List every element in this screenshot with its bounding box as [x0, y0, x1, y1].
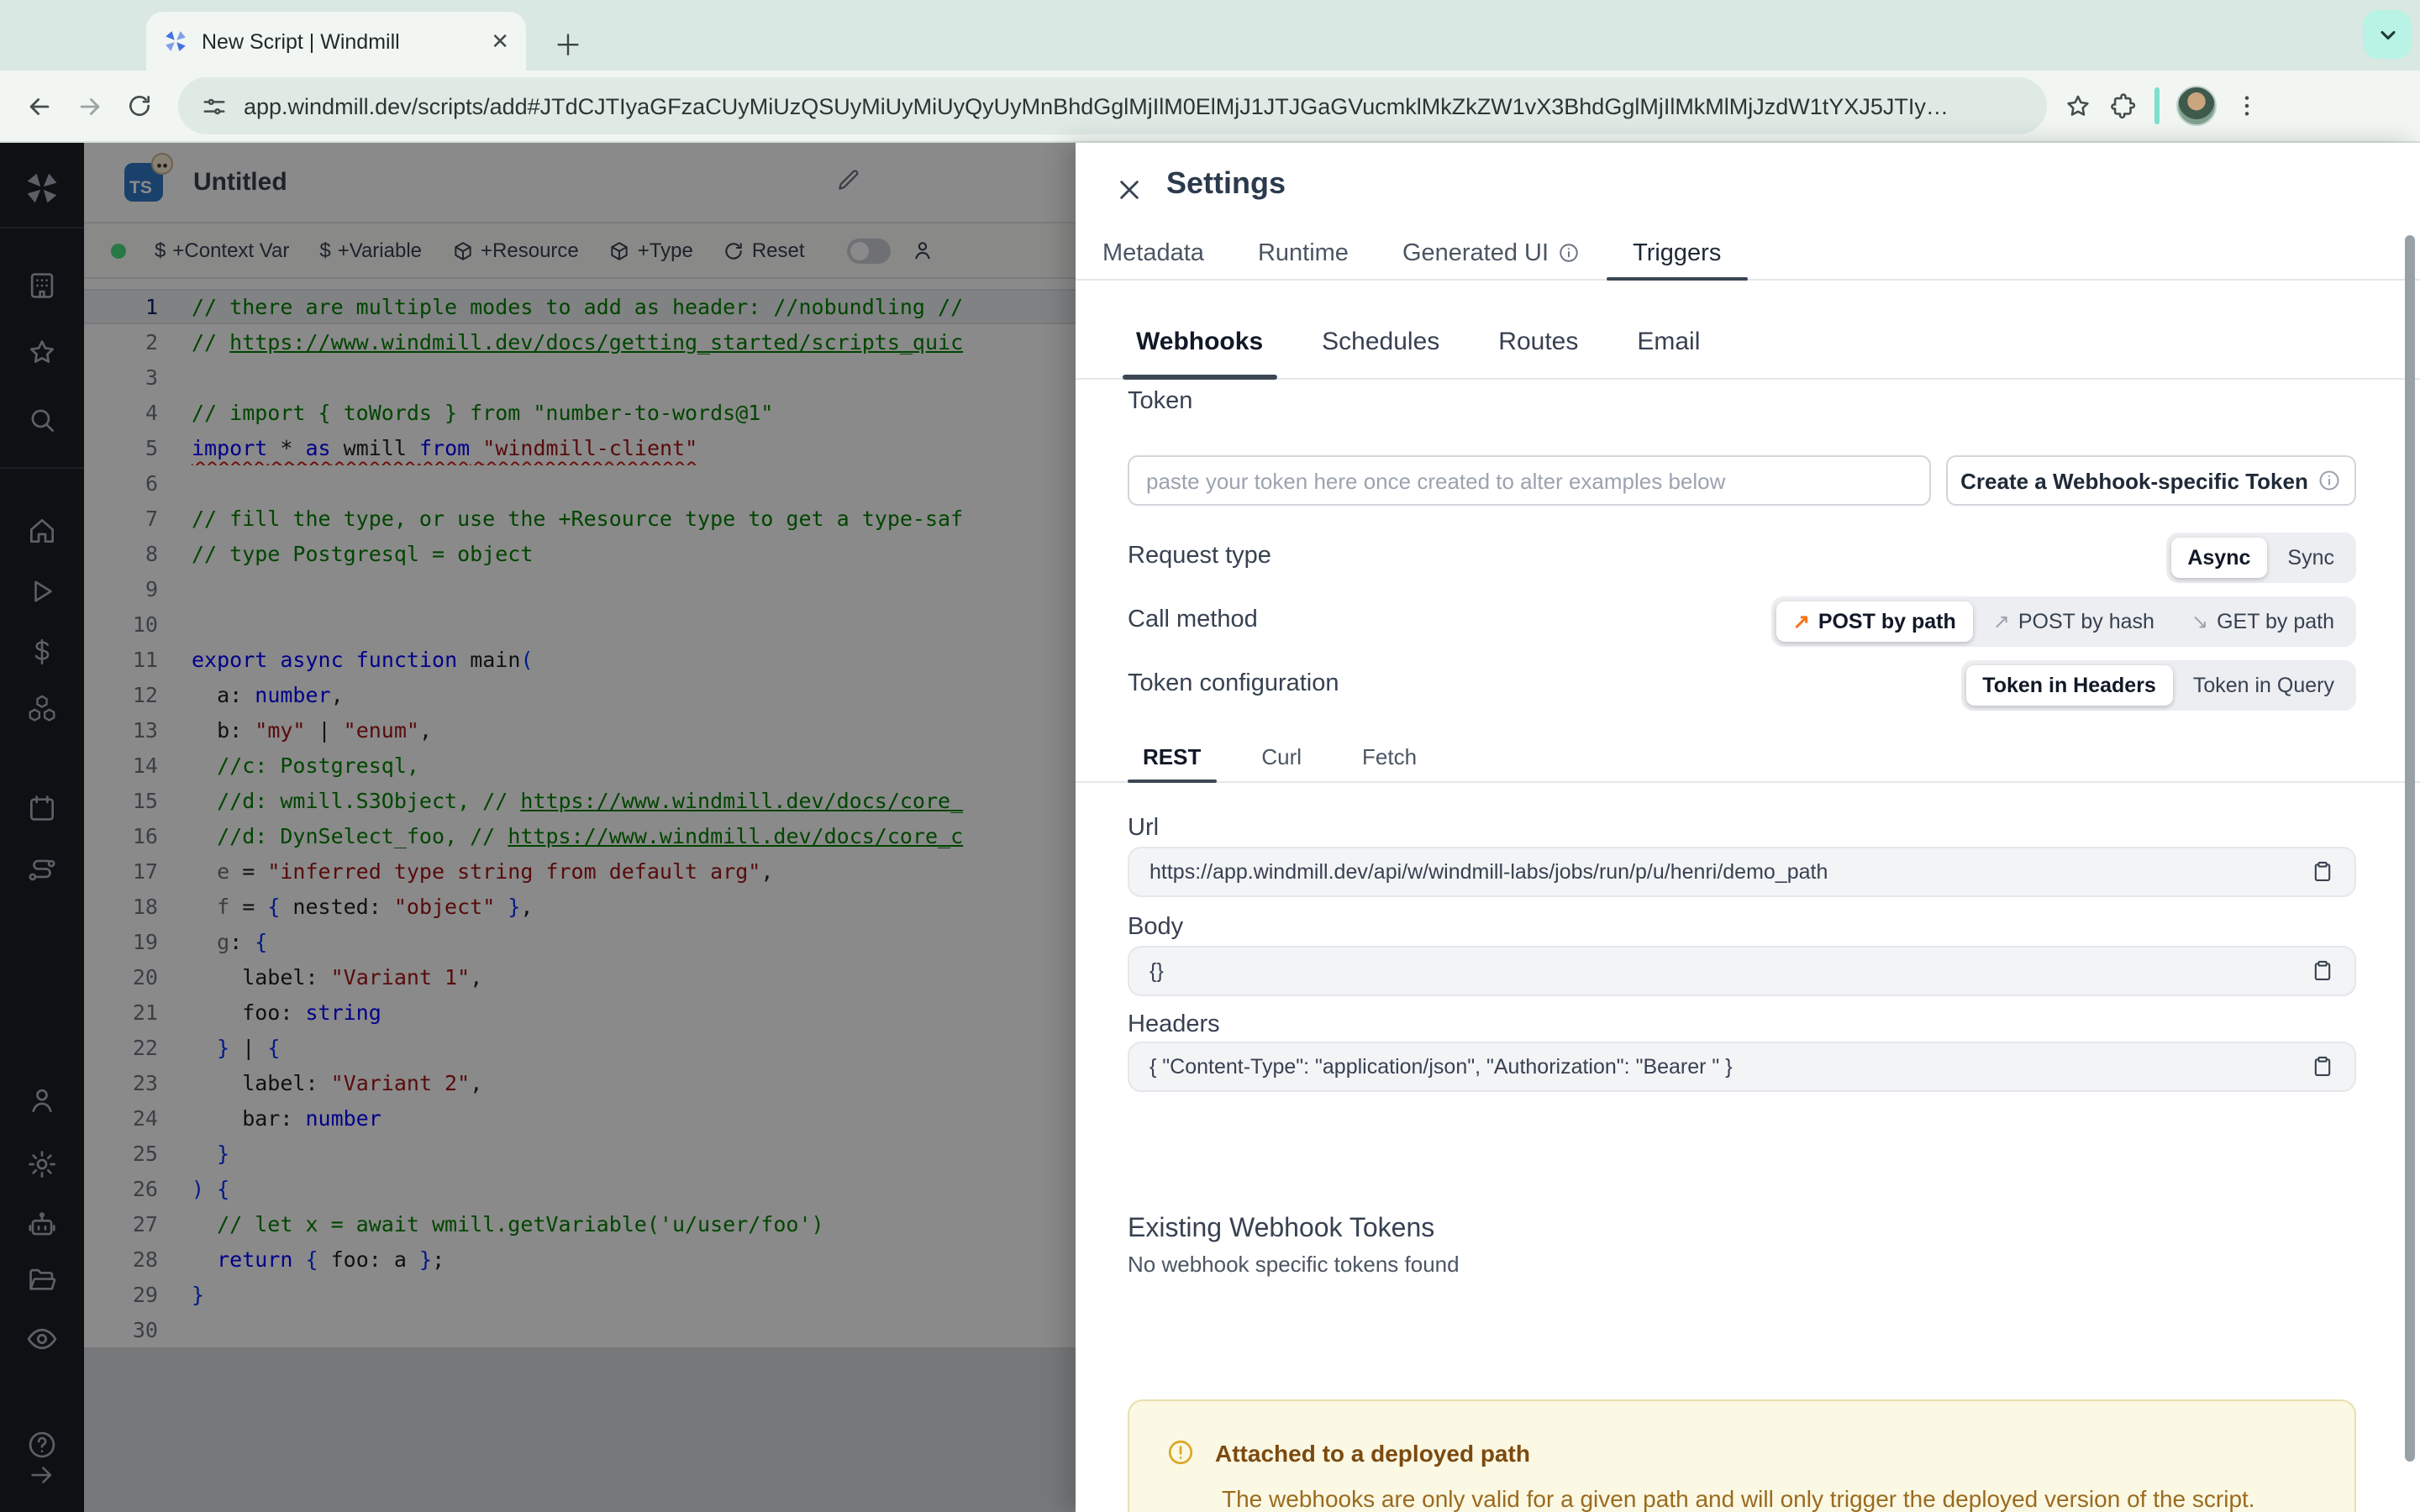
- call-method-toggle: ↗ POST by path ↗ POST by hash ↘ GET by p…: [1770, 596, 2356, 647]
- url-text: app.windmill.dev/scripts/add#JTdCJTIyaGF…: [244, 93, 1949, 118]
- browser-toolbar: app.windmill.dev/scripts/add#JTdCJTIyaGF…: [0, 71, 2420, 143]
- body-label: Body: [1128, 914, 1184, 941]
- forward-button[interactable]: [64, 81, 114, 131]
- clipboard-copy-icon[interactable]: [2311, 1055, 2334, 1079]
- token-in-headers[interactable]: Token in Headers: [1965, 665, 2173, 706]
- menu-kebab-icon[interactable]: [2233, 92, 2260, 119]
- info-icon: [2318, 469, 2342, 492]
- snippet-tab-fetch[interactable]: Fetch: [1347, 734, 1432, 781]
- create-webhook-token-button[interactable]: Create a Webhook-specific Token: [1946, 455, 2356, 506]
- request-type-toggle: Async Sync: [2165, 533, 2356, 583]
- request-type-label: Request type: [1128, 543, 1271, 570]
- subtab-email[interactable]: Email: [1623, 304, 1713, 378]
- alert-text: The webhooks are only valid for a given …: [1222, 1485, 2255, 1512]
- snippet-tab-rest[interactable]: REST: [1128, 734, 1216, 783]
- alert-title: Attached to a deployed path: [1215, 1439, 1530, 1466]
- screen: New Script | Windmill ✕ ＋ app.windmill.d…: [0, 0, 2420, 1512]
- call-method-post-by-hash[interactable]: ↗ POST by hash: [1976, 601, 2171, 642]
- settings-drawer: Settings Metadata Runtime Generated UI T…: [1076, 143, 2420, 1512]
- token-in-query[interactable]: Token in Query: [2176, 665, 2351, 706]
- clipboard-copy-icon[interactable]: [2311, 860, 2334, 884]
- alert-circle-icon: [1166, 1438, 1195, 1467]
- toolbar-divider: [2154, 87, 2160, 124]
- window-chevron-button[interactable]: [2363, 10, 2412, 59]
- body-field[interactable]: {}: [1128, 946, 2356, 996]
- info-icon: [1557, 242, 1579, 264]
- browser-tab[interactable]: New Script | Windmill ✕: [146, 12, 526, 71]
- tab-runtime[interactable]: Runtime: [1231, 227, 1376, 279]
- call-method-post-by-path[interactable]: ↗ POST by path: [1776, 601, 1973, 642]
- browser-tabstrip: New Script | Windmill ✕ ＋: [0, 0, 2420, 71]
- windmill-favicon-icon: [163, 29, 188, 54]
- drawer-title: Settings: [1166, 166, 1286, 200]
- tab-metadata[interactable]: Metadata: [1076, 227, 1231, 279]
- tab-close-icon[interactable]: ✕: [491, 28, 509, 55]
- tab-triggers[interactable]: Triggers: [1606, 227, 1748, 281]
- chevron-down-icon: [2380, 29, 2395, 39]
- snippet-tabs: REST Curl Fetch: [1076, 734, 2420, 783]
- snippet-tab-curl[interactable]: Curl: [1246, 734, 1317, 781]
- request-type-async[interactable]: Async: [2170, 538, 2268, 578]
- token-config-label: Token configuration: [1128, 670, 1339, 697]
- url-bar[interactable]: app.windmill.dev/scripts/add#JTdCJTIyaGF…: [178, 77, 2047, 134]
- close-icon[interactable]: [1113, 173, 1146, 207]
- subtab-schedules[interactable]: Schedules: [1308, 304, 1453, 378]
- subtab-routes[interactable]: Routes: [1485, 304, 1591, 378]
- new-tab-button[interactable]: ＋: [546, 20, 590, 64]
- token-label: Token: [1128, 388, 1193, 415]
- reload-button[interactable]: [114, 81, 165, 131]
- subtab-webhooks[interactable]: Webhooks: [1123, 304, 1276, 380]
- call-method-label: Call method: [1128, 606, 1258, 633]
- extensions-puzzle-icon[interactable]: [2109, 92, 2138, 120]
- arrow-up-right-icon: ↗: [1792, 610, 1810, 633]
- profile-avatar[interactable]: [2176, 86, 2217, 126]
- arrow-down-right-icon: ↘: [2191, 610, 2209, 633]
- existing-tokens-empty: No webhook specific tokens found: [1128, 1252, 1460, 1277]
- deployed-path-alert: Attached to a deployed path The webhooks…: [1128, 1399, 2356, 1512]
- windmill-app: TS Untitled $ +Context Var $ +Variable +…: [0, 143, 2420, 1512]
- token-config-toggle: Token in Headers Token in Query: [1960, 660, 2356, 711]
- headers-label: Headers: [1128, 1011, 1220, 1038]
- request-type-sync[interactable]: Sync: [2270, 538, 2351, 578]
- url-field[interactable]: https://app.windmill.dev/api/w/windmill-…: [1128, 847, 2356, 897]
- bookmark-star-icon[interactable]: [2064, 92, 2092, 120]
- existing-tokens-title: Existing Webhook Tokens: [1128, 1215, 1435, 1243]
- trigger-subtabs: Webhooks Schedules Routes Email: [1076, 304, 2420, 380]
- site-settings-icon[interactable]: [202, 93, 227, 118]
- arrow-up-right-icon: ↗: [1992, 610, 2010, 633]
- tab-generated-ui[interactable]: Generated UI: [1376, 227, 1606, 279]
- modal-dim-overlay[interactable]: [0, 143, 1076, 1512]
- back-button[interactable]: [13, 81, 64, 131]
- clipboard-copy-icon[interactable]: [2311, 959, 2334, 983]
- call-method-get-by-path[interactable]: ↘ GET by path: [2175, 601, 2351, 642]
- tab-title: New Script | Windmill: [202, 29, 400, 53]
- headers-field[interactable]: { "Content-Type": "application/json", "A…: [1128, 1042, 2356, 1092]
- drawer-scrollbar[interactable]: [2405, 235, 2415, 1462]
- url-label: Url: [1128, 815, 1160, 842]
- settings-tabs: Metadata Runtime Generated UI Triggers: [1076, 227, 2420, 281]
- token-input[interactable]: [1128, 455, 1931, 506]
